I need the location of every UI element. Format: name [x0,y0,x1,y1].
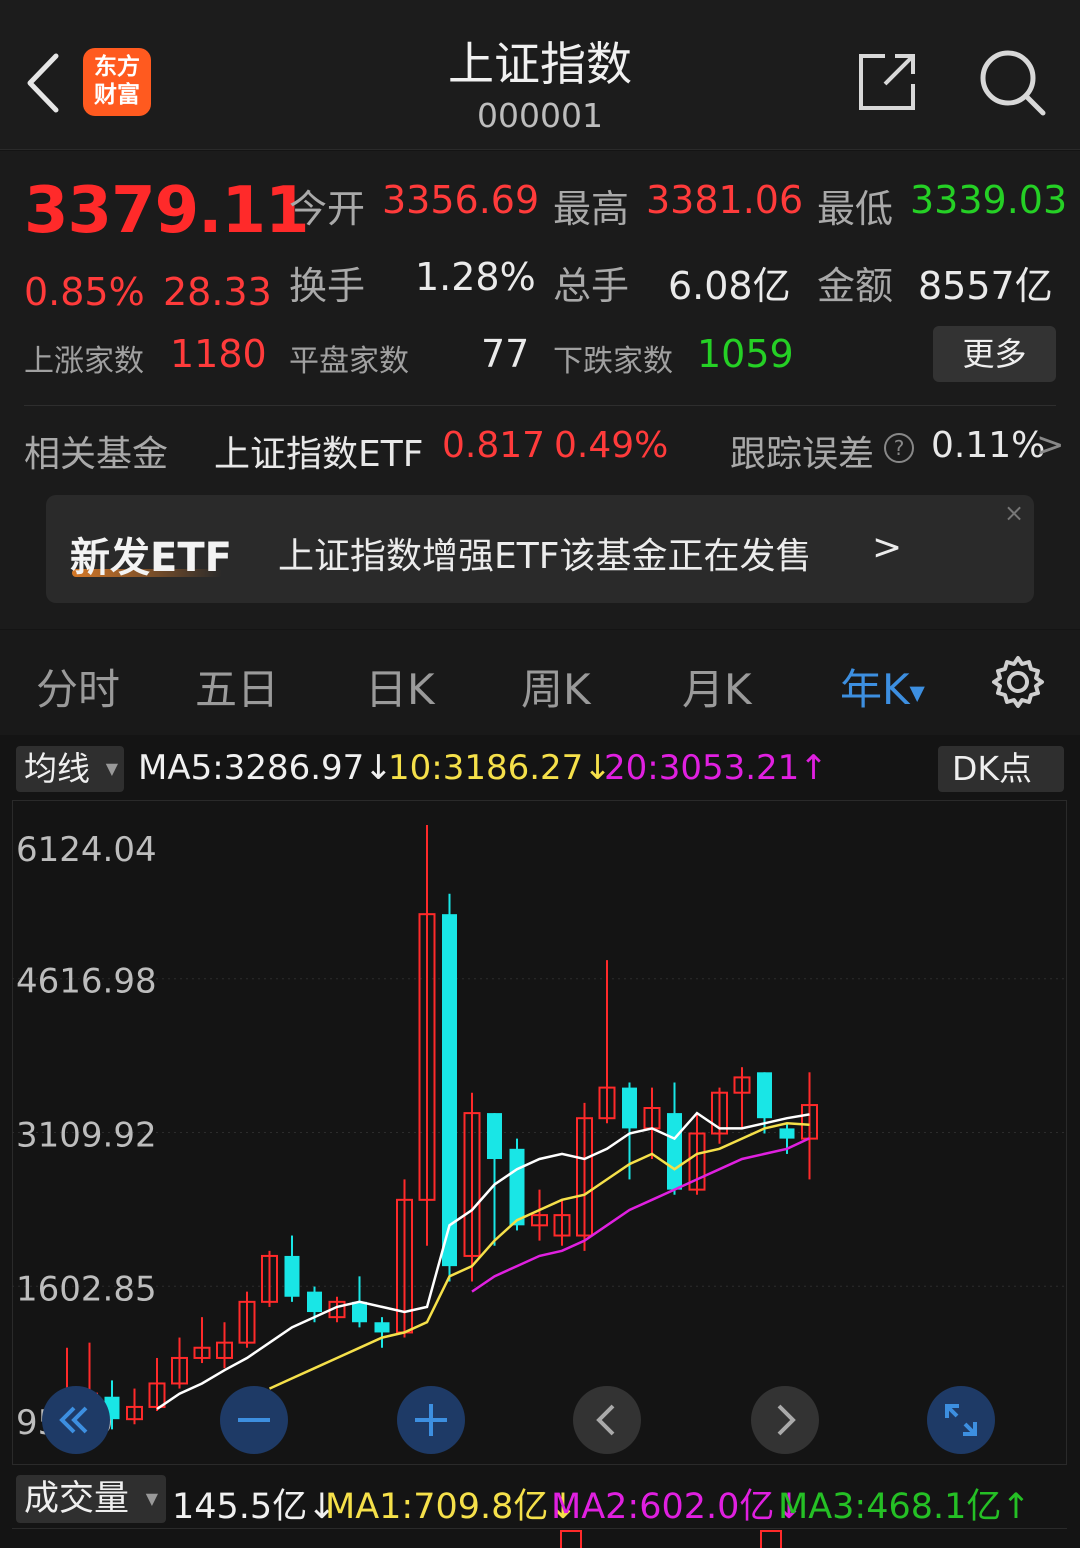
volume-value: 145.5亿↓ [172,1487,337,1527]
tab-yearly-k[interactable]: 年K▼ [840,656,925,717]
fullscreen-button[interactable] [927,1386,995,1454]
help-icon[interactable]: ? [884,433,914,463]
volume-ma2: MA2:602.0亿↓ [551,1487,804,1527]
candle-body [622,1087,637,1129]
ma-legend-row: 均线 ▼ MA5:3286.97↓ 10:3186.27↓ 20:3053.21↑… [0,740,1080,798]
y-tick-label: 1602.85 [16,1269,157,1309]
new-etf-banner[interactable]: 新发ETF 上证指数增强ETF该基金正在发售 > × [46,495,1034,603]
chevron-right-icon[interactable]: > [1036,425,1065,465]
indicator-selector[interactable]: 均线 ▼ [16,746,124,792]
related-fund-change: 0.49% [554,425,669,466]
tab-monthly-k[interactable]: 月K [682,656,752,717]
kline-chart[interactable]: 6124.044616.983109.921602.8595.79 [12,800,1067,1465]
volume-label: 总手 [553,264,630,308]
open-label: 今开 [289,187,366,231]
up-count-value: 1180 [170,332,267,376]
volume-legend-row: 成交量 ▼ 145.5亿↓ MA1:709.8亿↓ MA2:602.0亿↓ MA3… [0,1470,1080,1530]
zoom-in-button[interactable] [397,1386,465,1454]
more-button[interactable]: 更多 [933,326,1056,382]
expand-icon [945,1404,977,1436]
chevron-right-icon [777,1404,796,1436]
caret-down-icon: ▼ [909,680,925,705]
amount-label: 金额 [817,264,894,308]
search-icon[interactable] [978,48,1048,118]
flat-count-value: 77 [481,332,530,376]
related-fund-name[interactable]: 上证指数ETF [214,425,423,477]
period-tabs: 分时 五日 日K 周K 月K 年K▼ [0,630,1080,735]
open-value: 3356.69 [382,178,540,222]
candle-body [667,1113,682,1190]
volume-ma1: MA1:709.8亿↓ [325,1487,578,1527]
candle-body [284,1255,300,1297]
volume-ma3: MA3:468.1亿↑ [778,1487,1031,1527]
tracking-error-label: 跟踪误差 [730,434,875,475]
candle-body [509,1148,525,1226]
ma5-line [156,1111,810,1411]
gear-icon[interactable] [990,654,1046,710]
candle-body [487,1113,502,1160]
divider [24,405,1056,406]
scroll-first-button[interactable] [42,1386,110,1454]
minus-icon [238,1418,270,1422]
flat-count-label: 平盘家数 [289,344,409,379]
y-tick-label: 3109.92 [16,1115,157,1155]
related-fund-price: 0.817 [442,425,546,466]
tab-daily-k[interactable]: 日K [365,656,435,717]
low-label: 最低 [817,187,894,231]
turnover-value: 1.28% [415,255,536,299]
candle-body [442,914,457,1267]
up-count-label: 上涨家数 [24,344,144,379]
tab-intraday[interactable]: 分时 [36,656,120,717]
candle-body [757,1072,772,1119]
volume-bar [560,1530,582,1548]
candle-body [352,1301,367,1323]
double-chevron-left-icon [59,1406,88,1434]
ma20-value: 20:3053.21↑ [604,748,828,788]
related-fund-label: 相关基金 [24,434,169,475]
tab-yearly-k-label: 年K [840,665,910,714]
volume-value: 6.08亿 [668,264,791,308]
close-icon[interactable]: × [1004,499,1024,527]
volume-bar [760,1530,782,1548]
share-icon[interactable] [855,50,919,114]
caret-down-icon: ▼ [145,1489,158,1508]
current-price: 3379.11 [24,174,309,248]
scroll-right-button[interactable] [751,1386,819,1454]
top-bar: 东方 财富 上证指数 000001 [0,0,1080,150]
down-count-label: 下跌家数 [553,344,673,379]
high-label: 最高 [553,187,630,231]
y-tick-label: 6124.04 [16,830,157,870]
down-count-value: 1059 [697,332,794,376]
volume-selector-label: 成交量 [24,1479,130,1519]
dk-point-button[interactable]: DK点 [938,746,1064,792]
volume-selector[interactable]: 成交量 ▼ [16,1475,166,1523]
chevron-left-icon [596,1404,615,1436]
tab-five-day[interactable]: 五日 [195,656,279,717]
zoom-out-button[interactable] [220,1386,288,1454]
candle-body [307,1291,322,1313]
turnover-label: 换手 [289,264,366,308]
caret-down-icon: ▼ [105,759,118,778]
tracking-error-value: 0.11% [931,425,1046,466]
volume-chart [12,1528,1067,1548]
banner-chevron-icon: > [872,527,903,568]
high-value: 3381.06 [646,178,804,222]
plus-icon [415,1404,447,1436]
banner-text: 上证指数增强ETF该基金正在发售 [278,536,812,577]
tab-weekly-k[interactable]: 周K [521,656,591,717]
scroll-left-button[interactable] [573,1386,641,1454]
change-percent: 0.85% [24,270,145,314]
ma5-value: MA5:3286.97↓ [138,748,393,788]
candle-body [374,1322,390,1333]
change-amount: 28.33 [163,270,272,314]
ma10-value: 10:3186.27↓ [388,748,612,788]
indicator-selector-label: 均线 [24,749,90,788]
low-value: 3339.03 [910,178,1068,222]
candle-body [779,1128,795,1139]
y-tick-label: 4616.98 [16,962,157,1002]
new-etf-tag: 新发ETF [70,535,232,581]
amount-value: 8557亿 [918,264,1053,308]
